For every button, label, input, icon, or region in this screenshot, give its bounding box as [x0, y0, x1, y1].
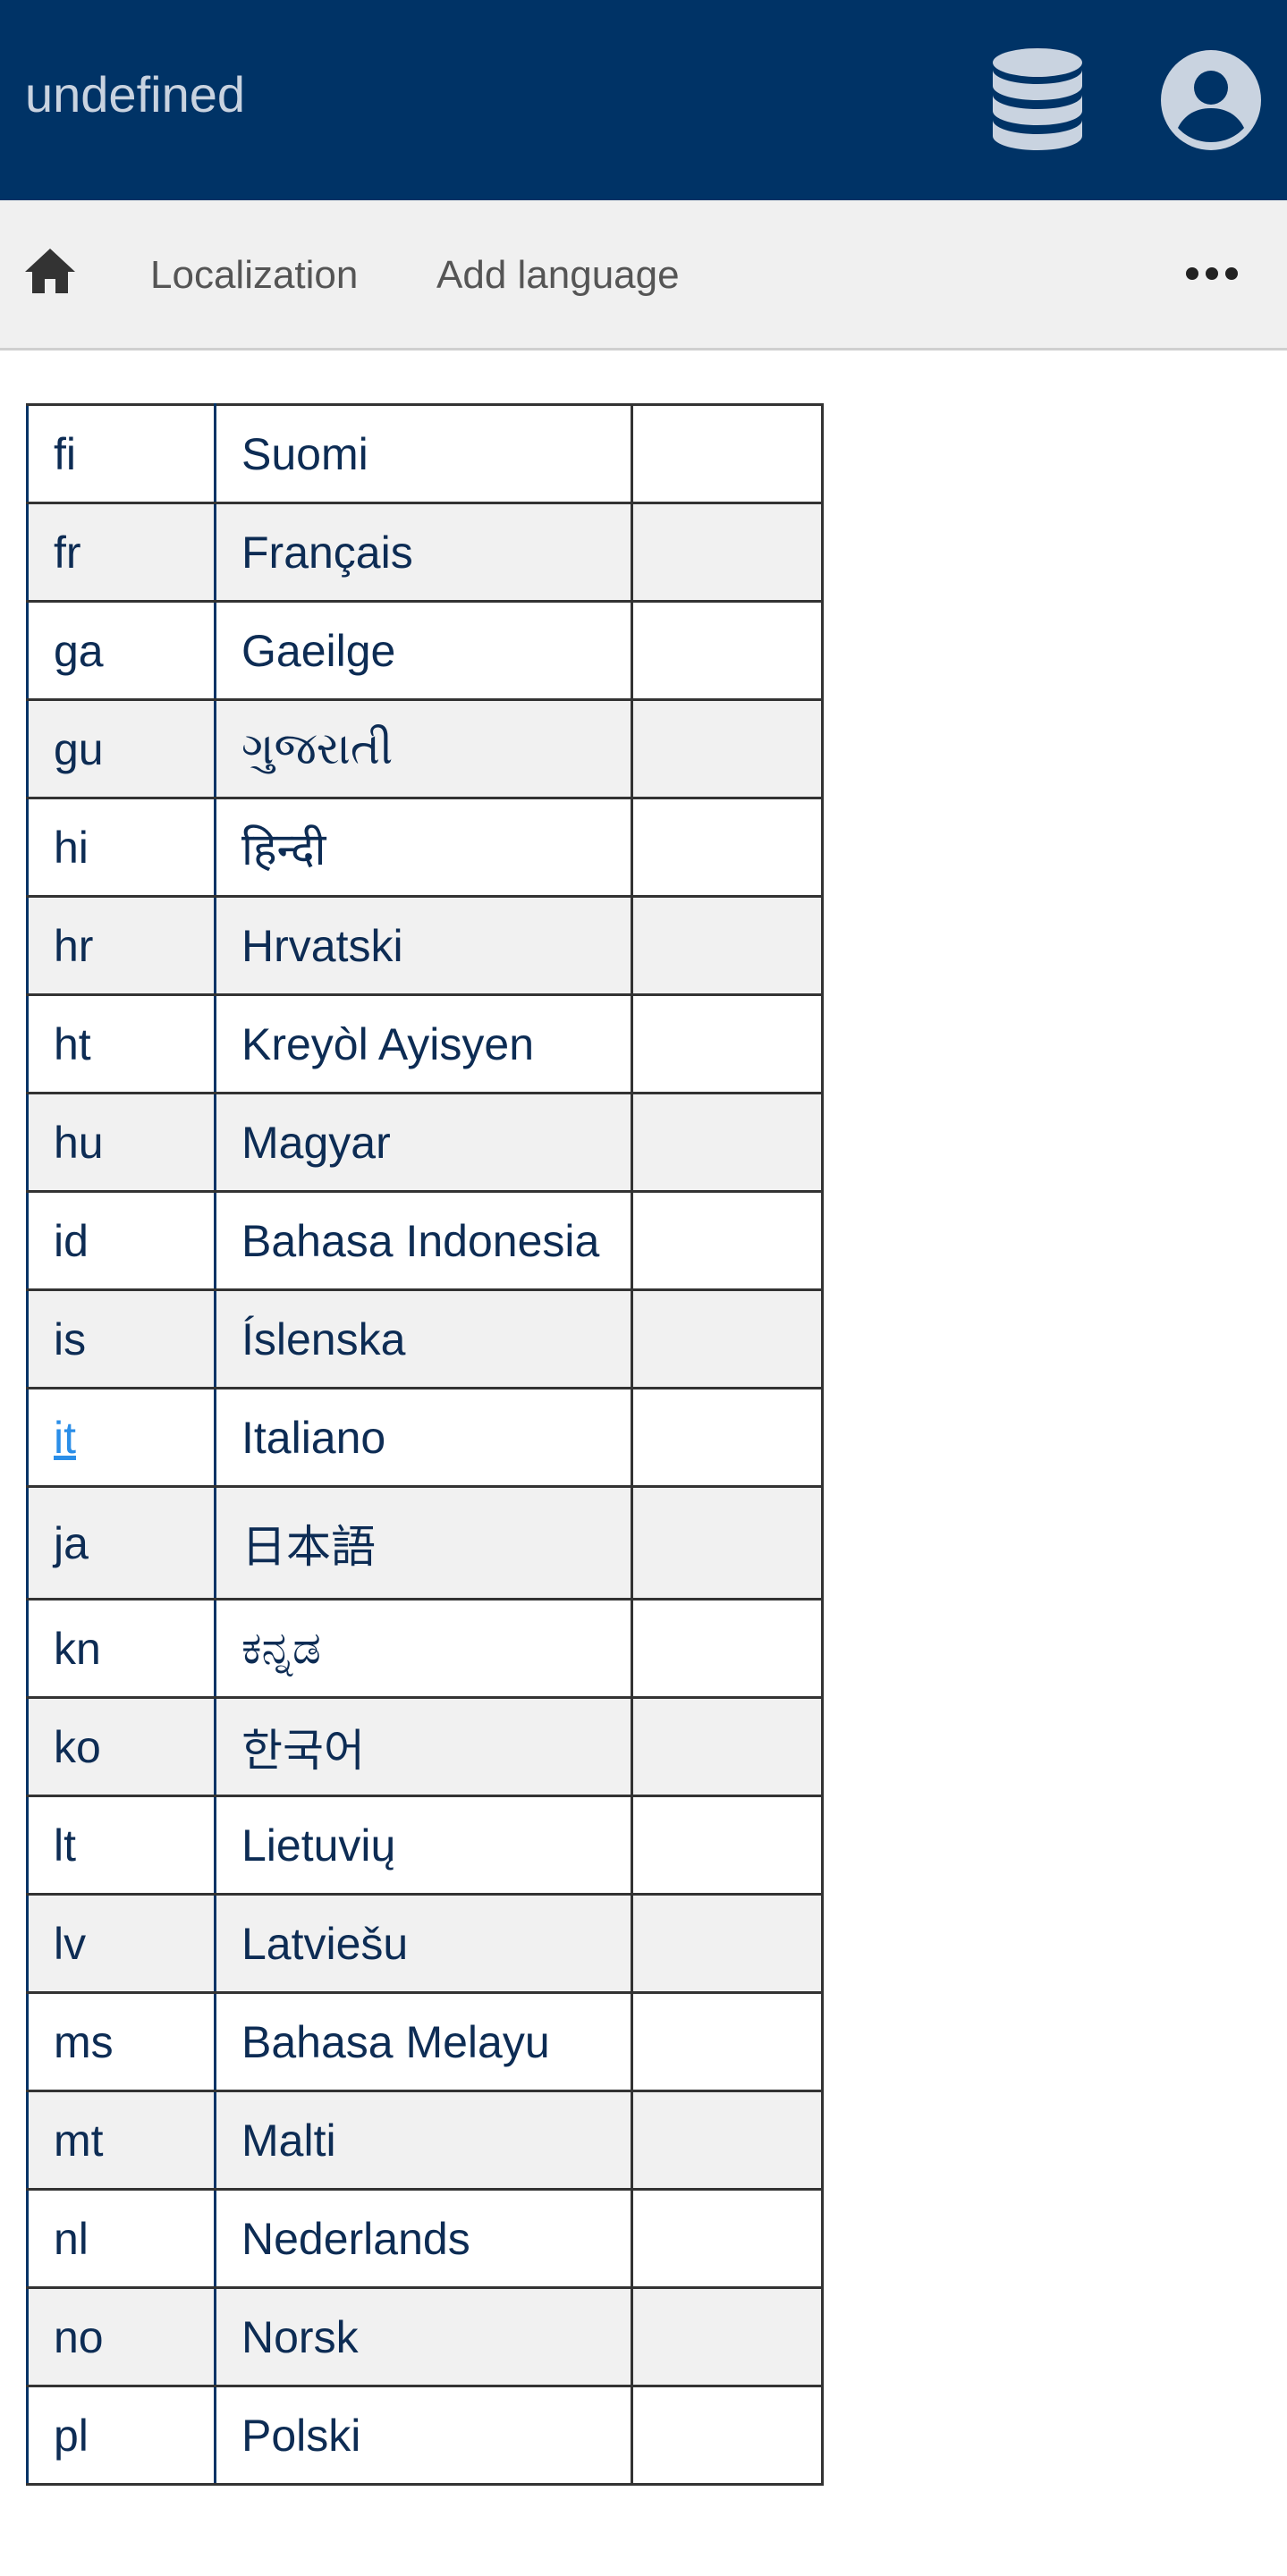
- language-code-cell: ga: [26, 600, 216, 701]
- language-code-cell: no: [26, 2286, 216, 2387]
- language-code-cell: nl: [26, 2188, 216, 2289]
- language-name-cell: Malti: [214, 2090, 633, 2191]
- language-name-cell: Norsk: [214, 2286, 633, 2387]
- language-action-cell: [631, 797, 824, 898]
- table-row: id Bahasa Indonesia: [26, 1190, 824, 1291]
- table-row: nl Nederlands: [26, 2188, 824, 2289]
- language-name-cell: Gaeilge: [214, 600, 633, 701]
- table-row: mt Malti: [26, 2090, 824, 2191]
- language-name-cell: ಕನ್ನಡ: [214, 1598, 633, 1699]
- language-code-cell: lv: [26, 1893, 216, 1994]
- language-name-cell: 日本語: [214, 1485, 633, 1600]
- language-name-cell: Bahasa Indonesia: [214, 1190, 633, 1291]
- table-row: fr Français: [26, 502, 824, 603]
- language-action-cell: [631, 1190, 824, 1291]
- language-name-cell: Bahasa Melayu: [214, 1991, 633, 2092]
- app-bar: undefined: [0, 0, 1287, 200]
- home-icon[interactable]: [23, 245, 77, 299]
- language-action-cell: [631, 600, 824, 701]
- table-row: pl Polski: [26, 2385, 824, 2486]
- language-code-link[interactable]: it: [54, 1413, 76, 1463]
- table-row: ja 日本語: [26, 1485, 824, 1600]
- nav-bar: Localization Add language: [0, 200, 1287, 351]
- table-row: is Íslenska: [26, 1288, 824, 1389]
- language-code-cell: lt: [26, 1795, 216, 1896]
- app-title: undefined: [25, 66, 246, 122]
- language-code-cell: is: [26, 1288, 216, 1389]
- table-row: it Italiano: [26, 1387, 824, 1488]
- language-name-cell: Kreyòl Ayisyen: [214, 993, 633, 1094]
- language-action-cell: [631, 403, 824, 504]
- language-name-cell: Magyar: [214, 1092, 633, 1193]
- language-name-cell: Lietuvių: [214, 1795, 633, 1896]
- language-name-cell: ગુજરાતી: [214, 698, 633, 799]
- language-code-cell[interactable]: it: [26, 1387, 216, 1488]
- table-row: hr Hrvatski: [26, 895, 824, 996]
- language-action-cell: [631, 1387, 824, 1488]
- language-code-cell: ht: [26, 993, 216, 1094]
- language-code-cell: kn: [26, 1598, 216, 1699]
- table-row: hu Magyar: [26, 1092, 824, 1193]
- table-row: ko 한국어: [26, 1696, 824, 1797]
- database-icon[interactable]: [988, 46, 1087, 154]
- nav-link-add-language[interactable]: Add language: [436, 250, 680, 300]
- language-code-cell: gu: [26, 698, 216, 799]
- language-code-cell: ko: [26, 1696, 216, 1797]
- table-row: ms Bahasa Melayu: [26, 1991, 824, 2092]
- language-action-cell: [631, 1598, 824, 1699]
- table-row: fi Suomi: [26, 403, 824, 504]
- table-row: lt Lietuvių: [26, 1795, 824, 1896]
- language-code-cell: pl: [26, 2385, 216, 2486]
- language-action-cell: [631, 2286, 824, 2387]
- language-name-cell: 한국어: [214, 1696, 633, 1797]
- language-code-cell: ms: [26, 1991, 216, 2092]
- table-row: kn ಕನ್ನಡ: [26, 1598, 824, 1699]
- language-action-cell: [631, 1288, 824, 1389]
- language-name-cell: Hrvatski: [214, 895, 633, 996]
- language-code-cell: hu: [26, 1092, 216, 1193]
- language-name-cell: Italiano: [214, 1387, 633, 1488]
- language-action-cell: [631, 1485, 824, 1600]
- language-code-cell: ja: [26, 1485, 216, 1600]
- language-code-cell: fr: [26, 502, 216, 603]
- language-code-cell: hr: [26, 895, 216, 996]
- language-action-cell: [631, 2188, 824, 2289]
- language-action-cell: [631, 502, 824, 603]
- language-name-cell: Nederlands: [214, 2188, 633, 2289]
- table-row: ga Gaeilge: [26, 600, 824, 701]
- language-name-cell: Latviešu: [214, 1893, 633, 1994]
- language-action-cell: [631, 2385, 824, 2486]
- language-code-cell: fi: [26, 403, 216, 504]
- language-action-cell: [631, 1893, 824, 1994]
- language-action-cell: [631, 698, 824, 799]
- language-code-cell: id: [26, 1190, 216, 1291]
- language-code-cell: mt: [26, 2090, 216, 2191]
- table-row: lv Latviešu: [26, 1893, 824, 1994]
- account-circle-icon[interactable]: [1160, 49, 1262, 151]
- table-row: ht Kreyòl Ayisyen: [26, 993, 824, 1094]
- table-row: no Norsk: [26, 2286, 824, 2387]
- language-name-cell: Polski: [214, 2385, 633, 2486]
- language-name-cell: Suomi: [214, 403, 633, 504]
- language-name-cell: Français: [214, 502, 633, 603]
- languages-table: fi Suomi fr Français ga Gaeilge gu ગુજરાતી hi हिन…: [26, 403, 824, 2486]
- language-code-cell: hi: [26, 797, 216, 898]
- language-name-cell: Íslenska: [214, 1288, 633, 1389]
- language-action-cell: [631, 1991, 824, 2092]
- language-action-cell: [631, 1092, 824, 1193]
- nav-link-localization[interactable]: Localization: [150, 250, 358, 300]
- more-horizontal-icon[interactable]: [1184, 263, 1240, 284]
- language-name-cell: हिन्दी: [214, 797, 633, 898]
- language-action-cell: [631, 2090, 824, 2191]
- language-action-cell: [631, 993, 824, 1094]
- language-action-cell: [631, 1696, 824, 1797]
- table-row: gu ગુજરાતી: [26, 698, 824, 799]
- table-row: hi हिन्दी: [26, 797, 824, 898]
- language-action-cell: [631, 1795, 824, 1896]
- language-action-cell: [631, 895, 824, 996]
